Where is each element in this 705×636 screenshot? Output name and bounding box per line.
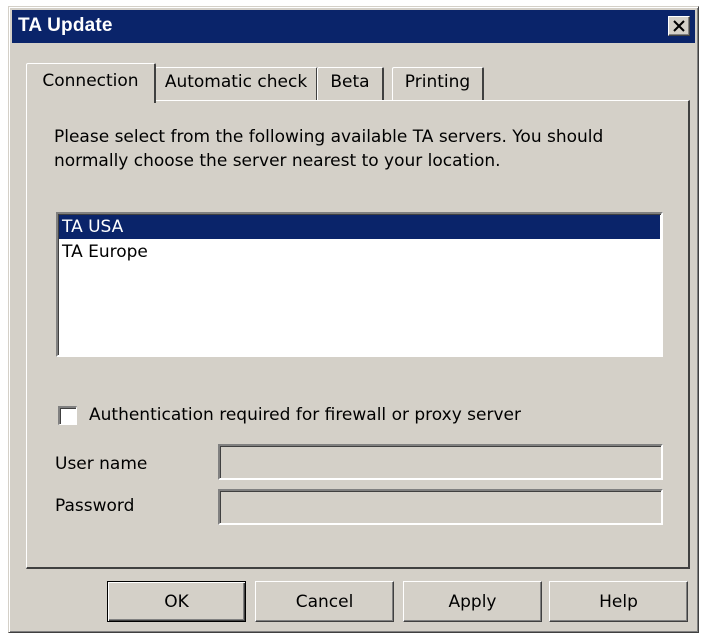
server-description: Please select from the following availab…: [54, 127, 604, 171]
tab-printing-label: Printing: [404, 72, 471, 92]
auth-checkbox[interactable]: [58, 406, 77, 425]
apply-button[interactable]: Apply: [403, 581, 542, 622]
ta-update-dialog: TA Update Connection Automatic check Bet…: [8, 6, 699, 633]
tab-printing[interactable]: Printing: [392, 67, 484, 100]
tab-connection-label: Connection: [42, 71, 139, 91]
password-label: Password: [55, 496, 135, 516]
tab-automatic-check[interactable]: Automatic check: [155, 67, 318, 100]
connection-panel: Please select from the following availab…: [26, 100, 690, 569]
close-icon: [673, 20, 685, 32]
username-field[interactable]: [218, 444, 663, 480]
password-field[interactable]: [218, 489, 663, 525]
help-button[interactable]: Help: [549, 581, 688, 622]
cancel-button[interactable]: Cancel: [255, 581, 394, 622]
window-title: TA Update: [18, 15, 113, 36]
ok-button[interactable]: OK: [107, 581, 246, 622]
title-bar[interactable]: TA Update: [12, 10, 695, 43]
server-item-ta-usa[interactable]: TA USA: [59, 215, 660, 239]
tab-connection[interactable]: Connection: [26, 63, 156, 103]
server-item-ta-europe[interactable]: TA Europe: [59, 240, 660, 264]
tab-beta-label: Beta: [330, 72, 370, 92]
tab-automatic-check-label: Automatic check: [164, 72, 308, 92]
auth-checkbox-label[interactable]: Authentication required for firewall or …: [89, 403, 521, 427]
server-listbox[interactable]: TA USA TA Europe: [56, 212, 663, 357]
close-button[interactable]: [668, 16, 690, 36]
tab-beta[interactable]: Beta: [317, 67, 384, 100]
username-label: User name: [55, 454, 148, 474]
